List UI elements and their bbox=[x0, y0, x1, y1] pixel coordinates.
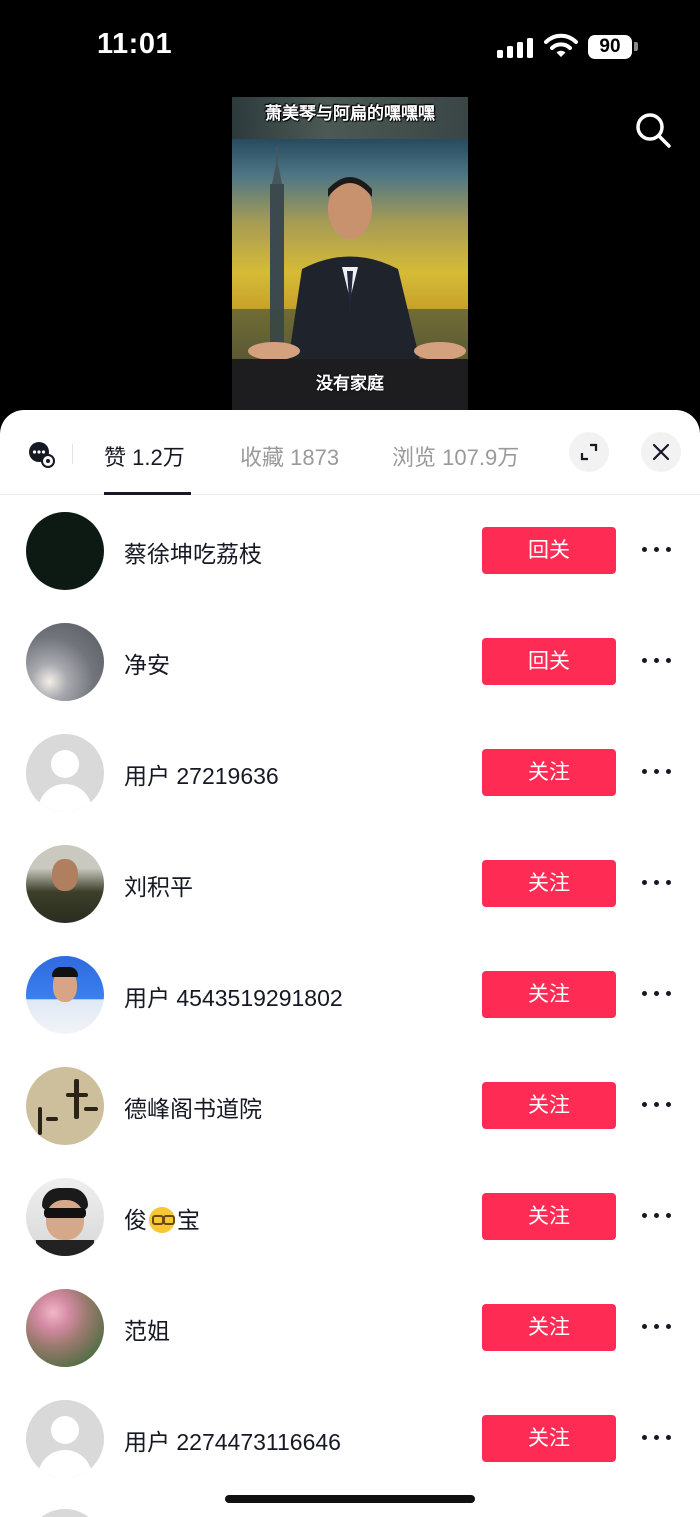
list-item[interactable]: 刘积平 关注 bbox=[0, 828, 700, 939]
tab-views-count: 107.9万 bbox=[442, 445, 520, 470]
user-name-part: 宝 bbox=[177, 1207, 200, 1233]
follow-button[interactable]: 关注 bbox=[482, 971, 616, 1018]
more-icon[interactable] bbox=[642, 759, 672, 785]
more-icon[interactable] bbox=[642, 1092, 672, 1118]
list-item[interactable]: 蔡徐坤吃荔枝 回关 bbox=[0, 495, 700, 606]
more-icon[interactable] bbox=[642, 537, 672, 563]
list-item[interactable]: 用户 4543519291802 关注 bbox=[0, 939, 700, 1050]
close-icon bbox=[652, 443, 670, 461]
nerd-face-emoji-icon bbox=[149, 1207, 175, 1233]
search-icon[interactable] bbox=[633, 110, 673, 150]
tab-divider bbox=[72, 444, 73, 464]
cellular-signal-icon bbox=[497, 38, 533, 58]
tab-likes[interactable]: 赞 1.2万 bbox=[104, 440, 185, 472]
expand-button[interactable] bbox=[569, 432, 609, 472]
follow-button[interactable]: 关注 bbox=[482, 860, 616, 907]
follow-button[interactable]: 关注 bbox=[482, 1304, 616, 1351]
status-time: 11:01 bbox=[97, 28, 173, 60]
battery-level: 90 bbox=[588, 35, 632, 59]
video-scene bbox=[232, 147, 468, 369]
list-item[interactable]: 德峰阁书道院 关注 bbox=[0, 1050, 700, 1161]
tab-views-label: 浏览 bbox=[392, 445, 437, 470]
follow-button[interactable]: 关注 bbox=[482, 1082, 616, 1129]
more-icon[interactable] bbox=[642, 870, 672, 896]
user-name[interactable]: 用户 2274473116646 bbox=[124, 1423, 341, 1457]
avatar[interactable] bbox=[26, 845, 104, 923]
sheet-tab-bar: 赞 1.2万 收藏 1873 浏览 107.9万 bbox=[0, 410, 700, 495]
list-item[interactable]: 范姐 关注 bbox=[0, 1272, 700, 1383]
more-icon[interactable] bbox=[642, 981, 672, 1007]
follow-back-button[interactable]: 回关 bbox=[482, 527, 616, 574]
tab-favorites[interactable]: 收藏 1873 bbox=[240, 440, 339, 472]
follow-button[interactable]: 关注 bbox=[482, 1415, 616, 1462]
avatar[interactable] bbox=[26, 956, 104, 1034]
avatar[interactable] bbox=[26, 1289, 104, 1367]
list-item[interactable]: 用户 2274473116646 关注 bbox=[0, 1383, 700, 1494]
more-icon[interactable] bbox=[642, 1203, 672, 1229]
more-icon[interactable] bbox=[642, 1425, 672, 1451]
list-item[interactable]: 净安 回关 bbox=[0, 606, 700, 717]
user-name-part: 俊 bbox=[124, 1207, 147, 1233]
more-icon[interactable] bbox=[642, 1314, 672, 1340]
user-name[interactable]: 范姐 bbox=[124, 1312, 170, 1346]
avatar[interactable] bbox=[26, 1178, 104, 1256]
tab-favorites-label: 收藏 bbox=[240, 445, 285, 470]
tab-likes-count: 1.2万 bbox=[132, 445, 185, 470]
user-name[interactable]: 俊宝 bbox=[124, 1201, 200, 1235]
home-indicator[interactable] bbox=[225, 1495, 475, 1503]
close-button[interactable] bbox=[641, 432, 681, 472]
avatar[interactable] bbox=[26, 1400, 104, 1478]
expand-icon bbox=[580, 443, 598, 461]
tab-favorites-count: 1873 bbox=[290, 445, 340, 470]
tab-views[interactable]: 浏览 107.9万 bbox=[392, 440, 519, 472]
avatar[interactable] bbox=[26, 734, 104, 812]
status-bar: 11:01 90 bbox=[0, 0, 700, 90]
battery-cap bbox=[634, 42, 638, 51]
list-item[interactable]: 俊宝 关注 bbox=[0, 1161, 700, 1272]
list-item[interactable]: 用户 27219636 关注 bbox=[0, 717, 700, 828]
user-name[interactable]: 用户 4543519291802 bbox=[124, 979, 343, 1013]
video-subtitle-caption: 没有家庭 bbox=[316, 374, 384, 393]
wifi-icon bbox=[544, 33, 578, 57]
user-name[interactable]: 用户 27219636 bbox=[124, 757, 279, 791]
message-settings-icon[interactable] bbox=[27, 440, 55, 468]
video-thumbnail[interactable]: 萧美琴与阿扁的嘿嘿嘿 没有家庭 bbox=[232, 97, 468, 410]
avatar[interactable] bbox=[26, 512, 104, 590]
likes-sheet: 赞 1.2万 收藏 1873 浏览 107.9万 蔡徐坤吃荔枝 回关 净安 回关… bbox=[0, 410, 700, 1517]
video-title-caption: 萧美琴与阿扁的嘿嘿嘿 bbox=[265, 104, 435, 123]
more-icon[interactable] bbox=[642, 648, 672, 674]
user-name[interactable]: 净安 bbox=[124, 646, 170, 680]
follow-button[interactable]: 关注 bbox=[482, 1193, 616, 1240]
follow-button[interactable]: 关注 bbox=[482, 749, 616, 796]
avatar[interactable] bbox=[26, 1067, 104, 1145]
user-name[interactable]: 蔡徐坤吃荔枝 bbox=[124, 535, 262, 569]
user-name[interactable]: 刘积平 bbox=[124, 868, 193, 902]
tab-likes-label: 赞 bbox=[104, 445, 127, 470]
user-name[interactable]: 德峰阁书道院 bbox=[124, 1090, 262, 1124]
follow-back-button[interactable]: 回关 bbox=[482, 638, 616, 685]
avatar[interactable] bbox=[26, 623, 104, 701]
